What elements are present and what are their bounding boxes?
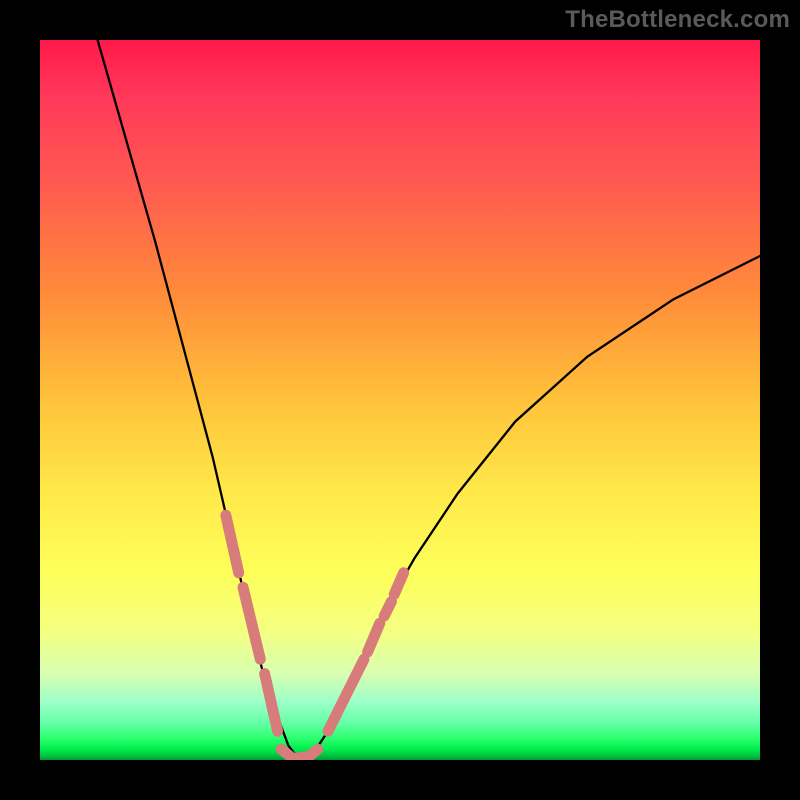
highlight-segment <box>394 573 403 595</box>
chart-frame: TheBottleneck.com <box>0 0 800 800</box>
highlight-segment <box>265 674 278 732</box>
highlight-segment <box>328 659 364 731</box>
curve-right-branch <box>299 256 760 760</box>
highlight-segment <box>311 749 318 755</box>
plot-area <box>40 40 760 760</box>
highlight-segment <box>384 602 391 616</box>
highlight-segment <box>368 623 380 652</box>
bottleneck-curve <box>98 40 760 760</box>
highlight-segments <box>226 515 404 758</box>
watermark-text: TheBottleneck.com <box>565 6 790 34</box>
curve-svg <box>40 40 760 760</box>
highlight-segment <box>226 515 239 573</box>
curve-left-branch <box>98 40 300 760</box>
highlight-segment <box>243 587 260 659</box>
